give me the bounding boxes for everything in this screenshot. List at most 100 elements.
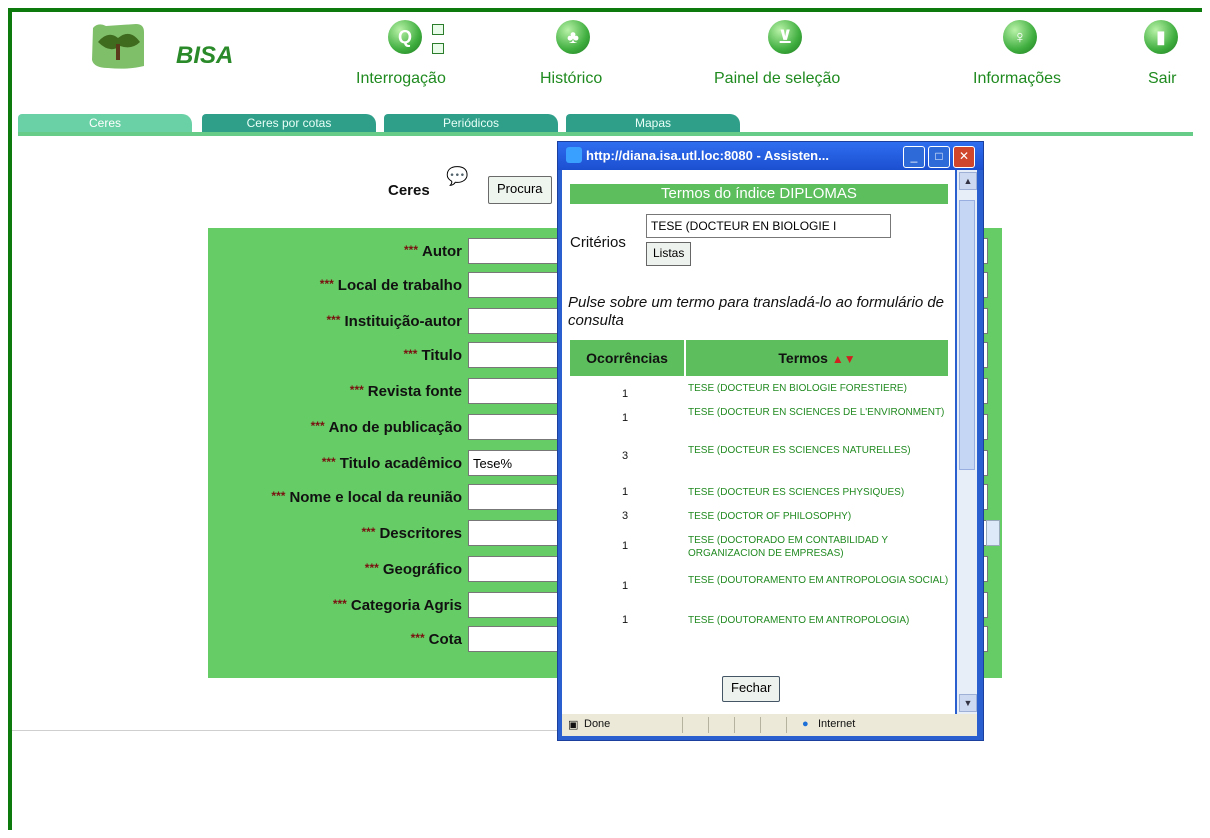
door-exit-icon[interactable]: ▮ (1144, 20, 1178, 54)
field-label-text: Revista fonte (367, 383, 462, 400)
terms-header-label: Termos (778, 350, 828, 366)
term-link[interactable]: TESE (DOCTOR OF PHILOSOPHY) (688, 510, 953, 523)
term-link[interactable]: TESE (DOUTORAMENTO EM ANTROPOLOGIA) (688, 614, 953, 627)
term-link[interactable]: TESE (DOCTEUR ES SCIENCES NATURELLES) (688, 444, 953, 457)
occurrence-count: 1 (621, 614, 629, 626)
nav-interrogacao[interactable]: Interrogação (356, 70, 446, 88)
field-label: *** Titulo (403, 347, 462, 364)
status-divider (682, 717, 683, 733)
status-done: Done (584, 718, 611, 730)
term-link[interactable]: TESE (DOCTORADO EM CONTABILIDAD Y ORGANI… (688, 534, 953, 560)
nav-informacoes[interactable]: Informações (973, 70, 1061, 88)
close-button[interactable]: Fechar (722, 676, 781, 702)
view-toggle-icons[interactable] (432, 24, 444, 62)
occurrence-count: 1 (621, 486, 629, 498)
ie-icon (566, 147, 582, 163)
list-view-icon[interactable] (432, 43, 444, 54)
wildcard-marker: *** (410, 631, 425, 645)
popup-title: http://diana.isa.utl.loc:8080 - Assisten… (586, 148, 829, 163)
status-divider (708, 717, 709, 733)
field-label: *** Revista fonte (350, 383, 462, 400)
grid-view-icon[interactable] (432, 24, 444, 35)
field-label-text: Descritores (379, 525, 462, 542)
lightbulb-icon[interactable]: ♀ (1003, 20, 1037, 54)
nav-historico[interactable]: Histórico (540, 70, 602, 88)
status-zone: Internet (818, 718, 856, 730)
field-label: *** Categoria Agris (333, 597, 462, 614)
criteria-input[interactable] (646, 214, 891, 238)
sort-descending-icon[interactable]: ▼ (844, 352, 856, 366)
field-label: *** Local de trabalho (320, 277, 462, 294)
field-label-text: Nome e local da reunião (289, 489, 462, 506)
wildcard-marker: *** (403, 243, 418, 257)
wildcard-marker: *** (403, 347, 418, 361)
term-link[interactable]: TESE (DOCTEUR EN BIOLOGIE FORESTIERE) (688, 382, 953, 395)
scroll-down-icon[interactable]: ▼ (959, 694, 977, 712)
field-label: *** Instituição-autor (326, 313, 462, 330)
bisa-logo-icon (92, 24, 144, 69)
wildcard-marker: *** (319, 277, 334, 291)
divider (12, 730, 562, 731)
popup-scrollbar[interactable]: ▲ ▼ (957, 170, 977, 714)
field-label: *** Geográfico (365, 561, 462, 578)
status-divider (760, 717, 761, 733)
term-link[interactable]: TESE (DOCTEUR EN SCIENCES DE L'ENVIRONME… (688, 406, 953, 419)
lists-button[interactable]: Listas (646, 242, 692, 266)
cart-icon[interactable]: ⊻ (768, 20, 802, 54)
globe-icon: ● (802, 718, 809, 730)
tab-periodicos[interactable]: Periódicos (384, 114, 558, 132)
occurrence-count: 3 (621, 510, 629, 522)
field-label-text: Categoria Agris (350, 597, 462, 614)
scroll-up-icon[interactable]: ▲ (959, 172, 977, 190)
nav-sair[interactable]: Sair (1148, 70, 1176, 88)
field-label: *** Nome e local da reunião (271, 489, 462, 506)
tree-icon[interactable]: ♣ (556, 20, 590, 54)
field-label-text: Geográfico (382, 561, 462, 578)
popup-content: Termos do índice DIPLOMAS Critérios List… (562, 170, 955, 714)
wildcard-marker: *** (326, 313, 341, 327)
page-done-icon: ▣ (568, 719, 579, 731)
status-bar: ▣ Done ● Internet (562, 714, 977, 736)
instruction-text: Pulse sobre um termo para transladá-lo a… (568, 294, 945, 329)
field-label-text: Ano de publicação (328, 419, 462, 436)
search-icon[interactable]: Q (388, 20, 422, 54)
sort-ascending-icon[interactable]: ▲ (832, 352, 844, 366)
wildcard-marker: *** (310, 419, 325, 433)
field-label: *** Autor (404, 243, 462, 260)
term-link[interactable]: TESE (DOCTEUR ES SCIENCES PHYSIQUES) (688, 486, 953, 499)
search-button[interactable]: Procura (488, 176, 552, 204)
wildcard-marker: *** (271, 489, 286, 503)
column-header-terms: Termos ▲▼ (686, 340, 948, 376)
occurrence-count: 3 (621, 450, 629, 462)
select-dropdown-arrow[interactable] (986, 520, 1000, 546)
field-label-text: Autor (422, 243, 462, 260)
help-icon[interactable]: 💬 (446, 166, 468, 187)
wildcard-marker: *** (364, 561, 379, 575)
scroll-thumb[interactable] (959, 200, 975, 470)
field-label-text: Local de trabalho (337, 277, 462, 294)
tab-ceres[interactable]: Ceres (18, 114, 192, 132)
occurrence-count: 1 (621, 580, 629, 592)
minimize-icon[interactable]: _ (903, 146, 925, 168)
field-label-text: Cota (428, 631, 462, 648)
status-divider (786, 717, 787, 733)
field-label-text: Instituição-autor (344, 313, 462, 330)
wildcard-marker: *** (321, 455, 336, 469)
tab-underline (18, 132, 1193, 136)
occurrence-count: 1 (621, 412, 629, 424)
app-logo-text: BISA (176, 42, 234, 69)
maximize-icon[interactable]: □ (928, 146, 950, 168)
tab-ceres-por-cotas[interactable]: Ceres por cotas (202, 114, 376, 132)
field-label: *** Cota (411, 631, 462, 648)
form-title: Ceres (388, 182, 430, 199)
field-label-text: Titulo acadêmico (339, 455, 462, 472)
nav-painel-selecao[interactable]: Painel de seleção (714, 70, 840, 88)
popup-heading: Termos do índice DIPLOMAS (570, 184, 948, 204)
wildcard-marker: *** (349, 383, 364, 397)
term-link[interactable]: TESE (DOUTORAMENTO EM ANTROPOLOGIA SOCIA… (688, 574, 953, 587)
criteria-label: Critérios (570, 234, 626, 251)
field-label: *** Titulo acadêmico (322, 455, 462, 472)
occurrence-count: 1 (621, 540, 629, 552)
tab-mapas[interactable]: Mapas (566, 114, 740, 132)
close-icon[interactable]: ✕ (953, 146, 975, 168)
